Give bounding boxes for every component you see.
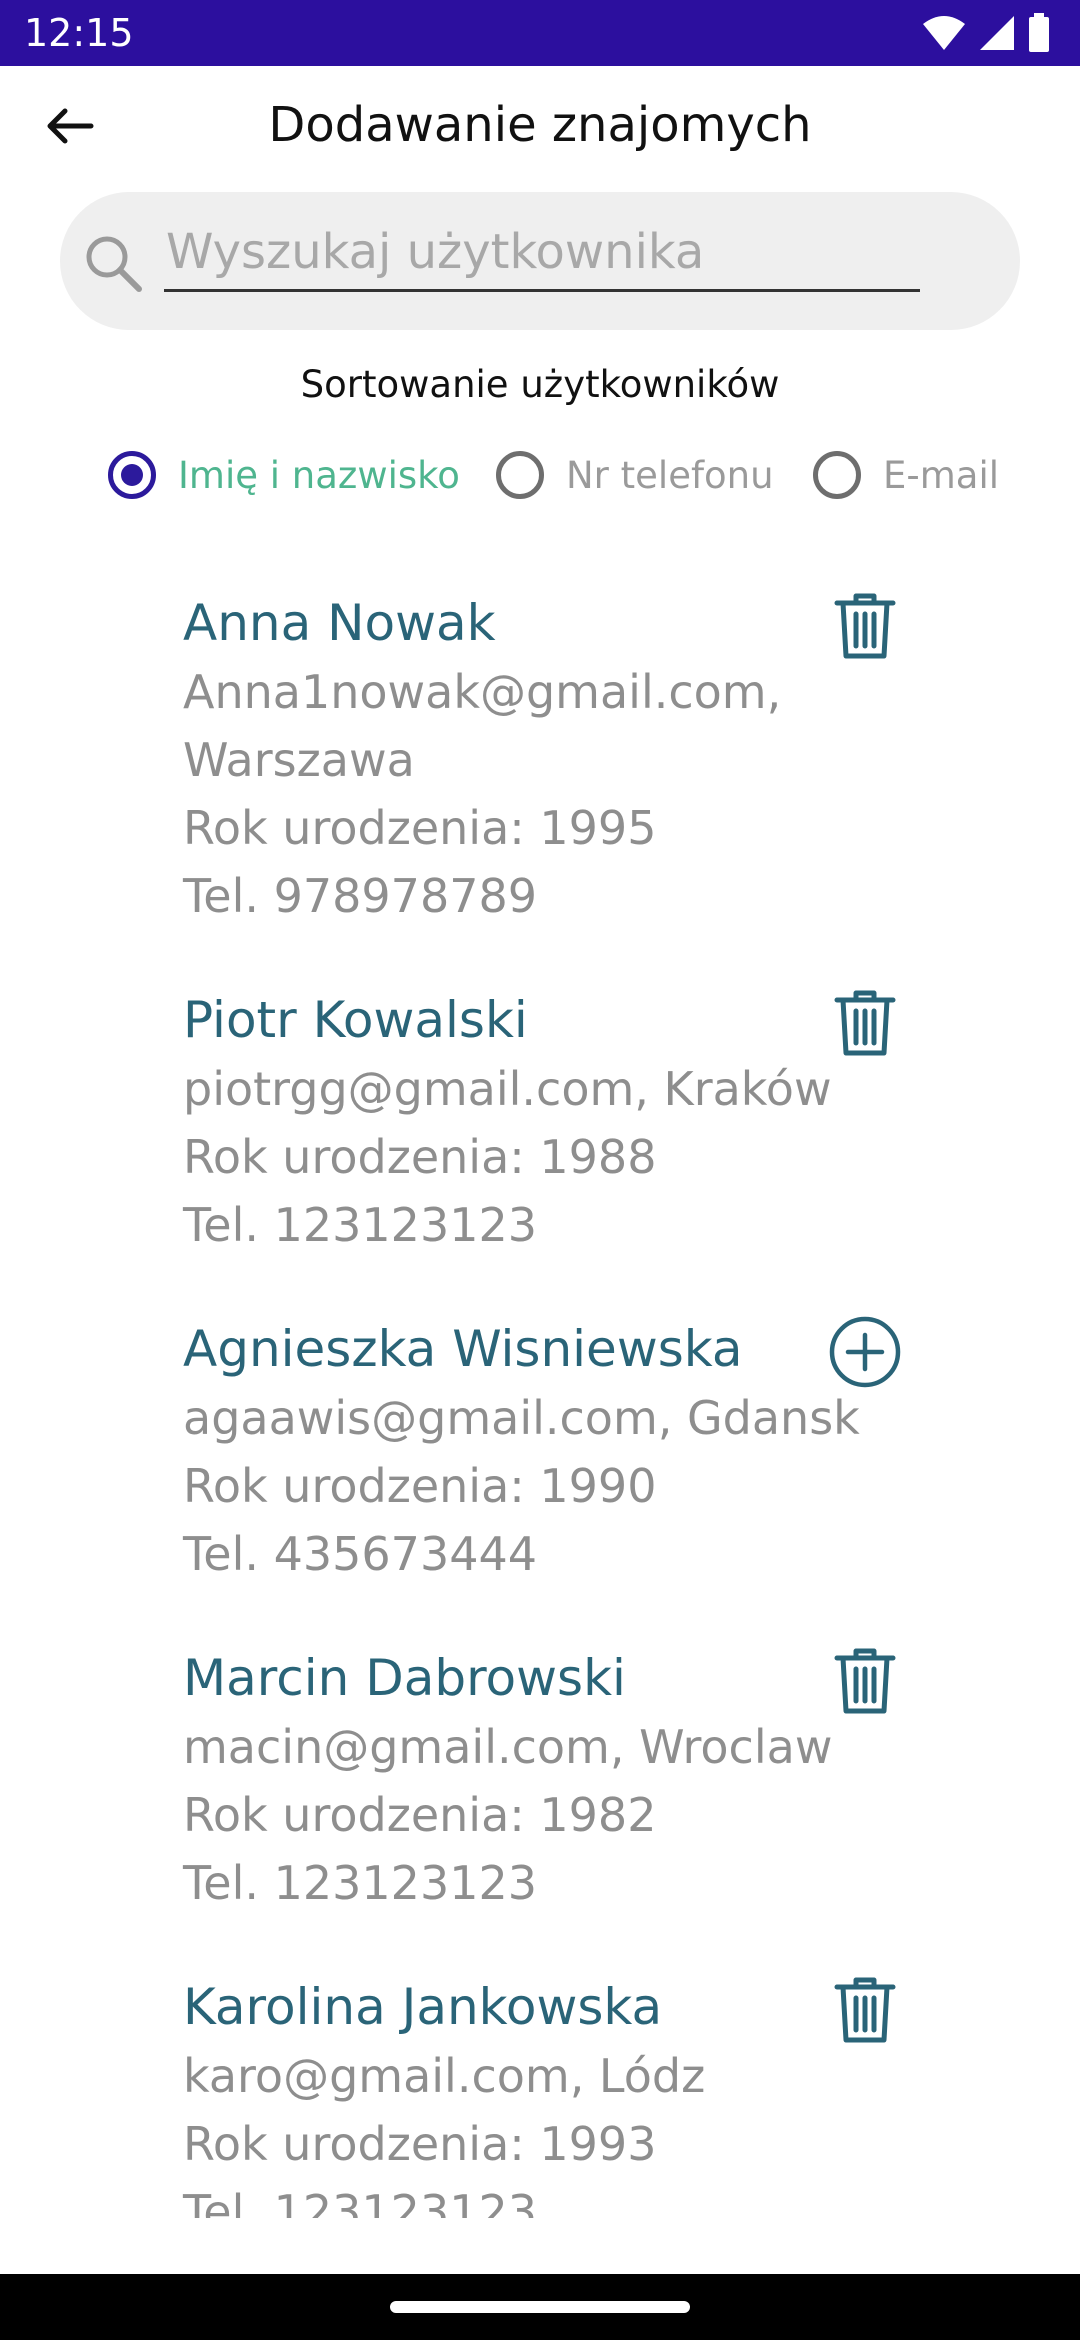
navigation-bar: [0, 2274, 1080, 2340]
app-bar: Dodawanie znajomych: [0, 66, 1080, 184]
trash-icon: [834, 989, 896, 1061]
user-detail: Rok urodzenia: 1988: [183, 1130, 657, 1184]
trash-icon: [834, 1976, 896, 2048]
user-card: Marcin Dabrowski macin@gmail.com, Wrocla…: [0, 1643, 1080, 1943]
status-icons: [922, 12, 1050, 54]
page-title: Dodawanie znajomych: [268, 97, 812, 153]
user-card: Karolina Jankowska karo@gmail.com, Lódz …: [0, 1972, 1080, 2218]
signal-icon: [978, 14, 1016, 52]
sort-option-label: Nr telefonu: [566, 453, 774, 497]
sort-option-phone[interactable]: Nr telefonu: [496, 440, 774, 510]
user-detail: karo@gmail.com, Lódz: [183, 2049, 706, 2103]
search-icon: [82, 232, 144, 294]
wifi-icon: [922, 14, 966, 52]
user-card: Piotr Kowalski piotrgg@gmail.com, Kraków…: [0, 985, 1080, 1285]
add-circle-icon: [828, 1315, 902, 1393]
user-detail: Tel. 978978789: [183, 869, 538, 923]
user-detail: agaawis@gmail.com, Gdansk: [183, 1391, 860, 1445]
trash-icon: [834, 1647, 896, 1719]
search-input[interactable]: [164, 220, 920, 292]
user-name: Piotr Kowalski: [183, 991, 528, 1049]
search-box[interactable]: [60, 192, 1020, 330]
delete-user-button[interactable]: [820, 1972, 910, 2052]
status-time: 12:15: [24, 11, 134, 55]
sort-option-label: E-mail: [883, 453, 1000, 497]
sort-option-email[interactable]: E-mail: [813, 440, 999, 510]
sort-title: Sortowanie użytkowników: [300, 363, 780, 406]
delete-user-button[interactable]: [820, 588, 910, 668]
user-detail: macin@gmail.com, Wroclaw: [183, 1720, 833, 1774]
user-list[interactable]: Anna Nowak Anna1nowak@gmail.com, Warszaw…: [0, 560, 1080, 2218]
delete-user-button[interactable]: [820, 985, 910, 1065]
status-bar: 12:15: [0, 0, 1080, 66]
user-name: Agnieszka Wisniewska: [183, 1320, 743, 1378]
user-detail: Tel. 123123123: [183, 1198, 538, 1252]
user-detail: Rok urodzenia: 1982: [183, 1788, 657, 1842]
home-handle[interactable]: [390, 2301, 690, 2313]
user-detail: Rok urodzenia: 1990: [183, 1459, 657, 1513]
user-name: Anna Nowak: [183, 594, 496, 652]
user-detail: Rok urodzenia: 1993: [183, 2117, 657, 2171]
user-card: Anna Nowak Anna1nowak@gmail.com, Warszaw…: [0, 588, 1080, 958]
radio-button-checked[interactable]: [108, 451, 156, 499]
user-detail: Tel. 123123123: [183, 1856, 538, 1910]
user-detail: Anna1nowak@gmail.com,: [183, 665, 782, 719]
trash-icon: [834, 592, 896, 664]
sort-radio-group: Imię i nazwisko Nr telefonu E-mail: [0, 440, 1080, 510]
user-card: Agnieszka Wisniewska agaawis@gmail.com, …: [0, 1314, 1080, 1614]
user-name: Marcin Dabrowski: [183, 1649, 626, 1707]
sort-option-label: Imię i nazwisko: [178, 453, 460, 497]
add-user-button[interactable]: [820, 1314, 910, 1394]
user-detail: piotrgg@gmail.com, Kraków: [183, 1062, 832, 1116]
radio-button[interactable]: [496, 451, 544, 499]
user-detail: Tel. 435673444: [183, 1527, 538, 1581]
user-detail: Tel. 123123123: [183, 2185, 538, 2218]
sort-option-name[interactable]: Imię i nazwisko: [108, 440, 460, 510]
user-name: Karolina Jankowska: [183, 1978, 663, 2036]
user-detail: Rok urodzenia: 1995: [183, 801, 657, 855]
user-detail: Warszawa: [183, 733, 415, 787]
delete-user-button[interactable]: [820, 1643, 910, 1723]
battery-icon: [1028, 13, 1050, 53]
radio-button[interactable]: [813, 451, 861, 499]
